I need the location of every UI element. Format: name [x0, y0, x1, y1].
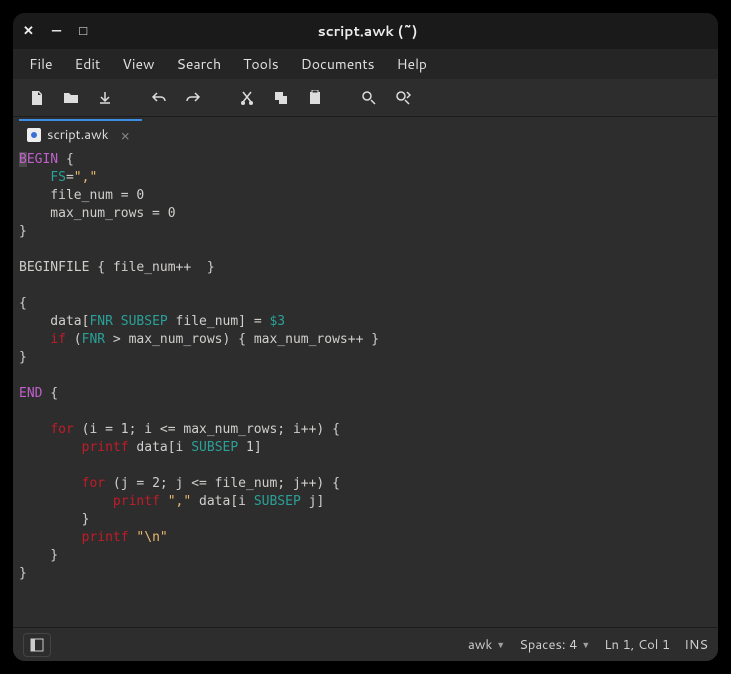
open-file-icon	[63, 90, 79, 106]
new-file-button[interactable]	[23, 84, 51, 112]
copy-icon	[273, 90, 289, 106]
replace-icon	[395, 90, 411, 106]
window-minimize-icon[interactable]: —	[52, 22, 61, 40]
tab-close-icon[interactable]: ×	[121, 125, 131, 146]
paste-button[interactable]	[301, 84, 329, 112]
undo-button[interactable]	[145, 84, 173, 112]
status-bar: awk ▼ Spaces: 4 ▼ Ln 1, Col 1 INS	[13, 627, 718, 661]
chevron-down-icon: ▼	[581, 638, 590, 651]
side-panel-icon	[30, 638, 44, 652]
language-selector[interactable]: awk ▼	[468, 636, 505, 654]
side-panel-button[interactable]	[23, 633, 51, 657]
save-file-button[interactable]	[91, 84, 119, 112]
window-maximize-icon[interactable]: □	[79, 22, 87, 40]
menu-file[interactable]: File	[19, 50, 63, 78]
indentation-selector[interactable]: Spaces: 4 ▼	[519, 636, 590, 654]
menu-search[interactable]: Search	[167, 50, 232, 78]
chevron-down-icon: ▼	[496, 638, 505, 651]
insert-mode[interactable]: INS	[684, 636, 708, 654]
tab-script[interactable]: script.awk ×	[19, 119, 142, 149]
file-icon	[27, 128, 41, 142]
menubar: File Edit View Search Tools Documents He…	[13, 49, 718, 79]
titlebar: ✕ — □ script.awk (~)	[13, 13, 718, 49]
open-file-button[interactable]	[57, 84, 85, 112]
cut-button[interactable]	[233, 84, 261, 112]
save-icon	[97, 90, 113, 106]
cursor-position: Ln 1, Col 1	[604, 636, 670, 654]
tab-label: script.awk	[47, 126, 109, 144]
menu-edit[interactable]: Edit	[65, 50, 111, 78]
toolbar	[13, 79, 718, 117]
search-icon	[361, 90, 377, 106]
code-editor[interactable]: BEGIN { FS="," file_num = 0 max_num_rows…	[13, 149, 718, 627]
editor-window: ✕ — □ script.awk (~) File Edit View Sear…	[13, 13, 718, 661]
menu-view[interactable]: View	[112, 50, 164, 78]
window-close-icon[interactable]: ✕	[23, 22, 34, 40]
tab-bar: script.awk ×	[13, 117, 718, 149]
replace-button[interactable]	[389, 84, 417, 112]
search-button[interactable]	[355, 84, 383, 112]
redo-icon	[185, 90, 201, 106]
new-file-icon	[29, 90, 45, 106]
menu-tools[interactable]: Tools	[233, 50, 289, 78]
menu-documents[interactable]: Documents	[291, 50, 385, 78]
paste-icon	[307, 90, 323, 106]
redo-button[interactable]	[179, 84, 207, 112]
menu-help[interactable]: Help	[387, 50, 437, 78]
cut-icon	[239, 90, 255, 106]
undo-icon	[151, 90, 167, 106]
copy-button[interactable]	[267, 84, 295, 112]
window-title: script.awk (~)	[87, 21, 648, 41]
